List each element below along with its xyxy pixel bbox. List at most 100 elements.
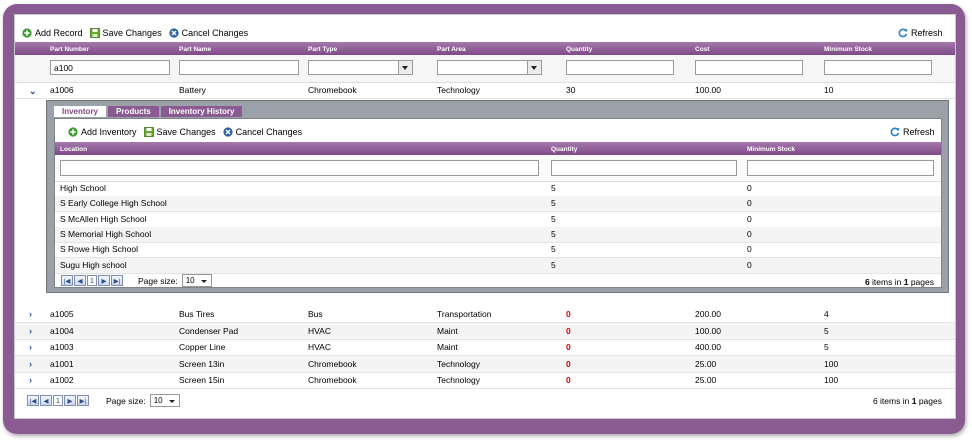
- save-changes-button[interactable]: Save Changes: [89, 28, 162, 38]
- cell-minimum-stock: 0: [747, 244, 752, 255]
- table-row-expanded[interactable]: ⌄ a1006 Battery Chromebook Technology 30…: [15, 82, 955, 99]
- cell-location: S Memorial High School: [60, 228, 152, 239]
- floppy-disk-icon: [89, 28, 100, 38]
- column-header-minimum-stock[interactable]: Minimum Stock: [747, 146, 795, 153]
- part-type-filter-select[interactable]: [308, 60, 413, 75]
- prev-page-button[interactable]: ◀: [74, 275, 86, 286]
- minimum-stock-filter-input[interactable]: [747, 160, 934, 176]
- cell-part-name: Battery: [179, 85, 206, 95]
- cell-location: S Rowe High School: [60, 244, 138, 255]
- page-number-button[interactable]: 1: [53, 395, 63, 406]
- cell-part-name: Copper Line: [179, 342, 226, 353]
- refresh-label: Refresh: [911, 28, 943, 38]
- table-row[interactable]: › a1001 Screen 13in Chromebook Technology 0 25…: [15, 355, 955, 373]
- cell-part-area: Technology: [437, 85, 481, 95]
- column-header-quantity[interactable]: Quantity: [551, 146, 577, 153]
- part-area-filter-select[interactable]: [437, 60, 542, 75]
- cell-quantity: 0: [566, 358, 571, 369]
- page-size-select[interactable]: 10: [149, 394, 180, 407]
- cell-minimum-stock: 0: [747, 259, 752, 270]
- page-size-select[interactable]: 10: [181, 274, 212, 287]
- cost-filter-input[interactable]: [695, 60, 803, 75]
- next-page-button[interactable]: ▶: [64, 395, 76, 406]
- cell-cost: 100.00: [695, 85, 721, 95]
- table-row[interactable]: › a1003 Copper Line HVAC Maint 0 400.00 5: [15, 339, 955, 357]
- expand-row-icon[interactable]: ›: [29, 342, 32, 352]
- table-row[interactable]: › a1005 Bus Tires Bus Transportation 0 200.00 4: [15, 306, 955, 323]
- next-page-button[interactable]: ▶: [98, 275, 110, 286]
- chevron-down-icon[interactable]: [398, 61, 412, 74]
- column-header-location[interactable]: Location: [60, 146, 87, 153]
- table-row[interactable]: › a1004 Condenser Pad HVAC Maint 0 100.00 5: [15, 322, 955, 340]
- refresh-button[interactable]: Refresh: [898, 28, 943, 38]
- column-header-quantity[interactable]: Quantity: [566, 46, 592, 53]
- cell-cost: 25.00: [695, 375, 717, 386]
- tab-products[interactable]: Products: [108, 106, 159, 117]
- column-header-part-area[interactable]: Part Area: [437, 46, 466, 53]
- location-filter-input[interactable]: [60, 160, 539, 176]
- column-header-part-number[interactable]: Part Number: [50, 46, 89, 53]
- expand-row-icon[interactable]: ›: [29, 326, 32, 336]
- inventory-filter-row: [55, 155, 941, 182]
- cell-part-type: Chromebook: [308, 358, 357, 369]
- cell-part-area: Technology: [437, 375, 481, 386]
- tab-inventory[interactable]: Inventory: [54, 106, 107, 117]
- part-number-filter-input[interactable]: [50, 60, 170, 75]
- inventory-pager: |◀ ◀ 1 ▶ ▶| Page size: 10: [61, 274, 212, 287]
- quantity-filter-input[interactable]: [566, 60, 674, 75]
- last-page-button[interactable]: ▶|: [111, 275, 123, 286]
- cell-cost: 400.00: [695, 342, 721, 353]
- cell-part-type: HVAC: [308, 342, 331, 353]
- items-count: 6: [872, 396, 878, 406]
- add-record-button[interactable]: Add Record: [22, 28, 83, 38]
- add-inventory-label: Add Inventory: [81, 127, 137, 137]
- inventory-refresh-button[interactable]: Refresh: [890, 127, 935, 137]
- tab-inventory-history[interactable]: Inventory History: [160, 106, 243, 117]
- page-number-button[interactable]: 1: [87, 275, 97, 286]
- prev-page-button[interactable]: ◀: [40, 395, 52, 406]
- quantity-filter-input[interactable]: [551, 160, 737, 176]
- cell-cost: 200.00: [695, 309, 721, 319]
- pages-count: 1: [903, 277, 909, 287]
- first-page-button[interactable]: |◀: [27, 395, 39, 406]
- cell-part-area: Maint: [437, 342, 458, 353]
- cell-cost: 100.00: [695, 325, 721, 336]
- column-header-part-name[interactable]: Part Name: [179, 46, 211, 53]
- cell-minimum-stock: 5: [824, 325, 829, 336]
- expand-row-icon[interactable]: ›: [29, 359, 32, 369]
- add-inventory-button[interactable]: Add Inventory: [68, 127, 137, 137]
- table-row[interactable]: Sugu High school 5 0: [55, 257, 941, 274]
- refresh-icon: [898, 28, 908, 38]
- grid-pager: |◀ ◀ 1 ▶ ▶| Page size: 10: [27, 394, 180, 407]
- table-row[interactable]: › a1002 Screen 15in Chromebook Technology 0 25…: [15, 372, 955, 390]
- part-name-filter-input[interactable]: [179, 60, 299, 75]
- table-row[interactable]: S Early College High School 5 0: [55, 196, 941, 213]
- table-row[interactable]: High School 5 0: [55, 181, 941, 197]
- chevron-down-icon[interactable]: [527, 61, 541, 74]
- cell-cost: 25.00: [695, 358, 717, 369]
- minimum-stock-filter-input[interactable]: [824, 60, 932, 75]
- column-header-part-type[interactable]: Part Type: [308, 46, 337, 53]
- expand-row-icon[interactable]: ›: [29, 309, 32, 319]
- cancel-changes-button[interactable]: Cancel Changes: [168, 28, 248, 38]
- table-row[interactable]: S Rowe High School 5 0: [55, 242, 941, 259]
- page-size-label: Page size:: [106, 395, 146, 406]
- cancel-circle-icon: [222, 127, 233, 137]
- column-header-minimum-stock[interactable]: Minimum Stock: [824, 46, 872, 53]
- cell-quantity: 0: [566, 375, 571, 386]
- collapse-row-icon[interactable]: ⌄: [29, 86, 37, 97]
- save-changes-button[interactable]: Save Changes: [143, 127, 216, 137]
- table-row[interactable]: S Memorial High School 5 0: [55, 226, 941, 243]
- column-header-cost[interactable]: Cost: [695, 46, 709, 53]
- cell-minimum-stock: 0: [747, 228, 752, 239]
- cell-minimum-stock: 0: [747, 213, 752, 224]
- cell-minimum-stock: 0: [747, 198, 752, 209]
- expand-row-icon[interactable]: ›: [29, 375, 32, 385]
- table-row[interactable]: S McAllen High School 5 0: [55, 212, 941, 228]
- first-page-button[interactable]: |◀: [61, 275, 73, 286]
- last-page-button[interactable]: ▶|: [77, 395, 89, 406]
- items-in-label: items in: [880, 396, 910, 406]
- pages-label: pages: [918, 396, 942, 406]
- cancel-changes-button[interactable]: Cancel Changes: [222, 127, 302, 137]
- grid-items-summary: 6 items in 1 pages: [873, 396, 942, 406]
